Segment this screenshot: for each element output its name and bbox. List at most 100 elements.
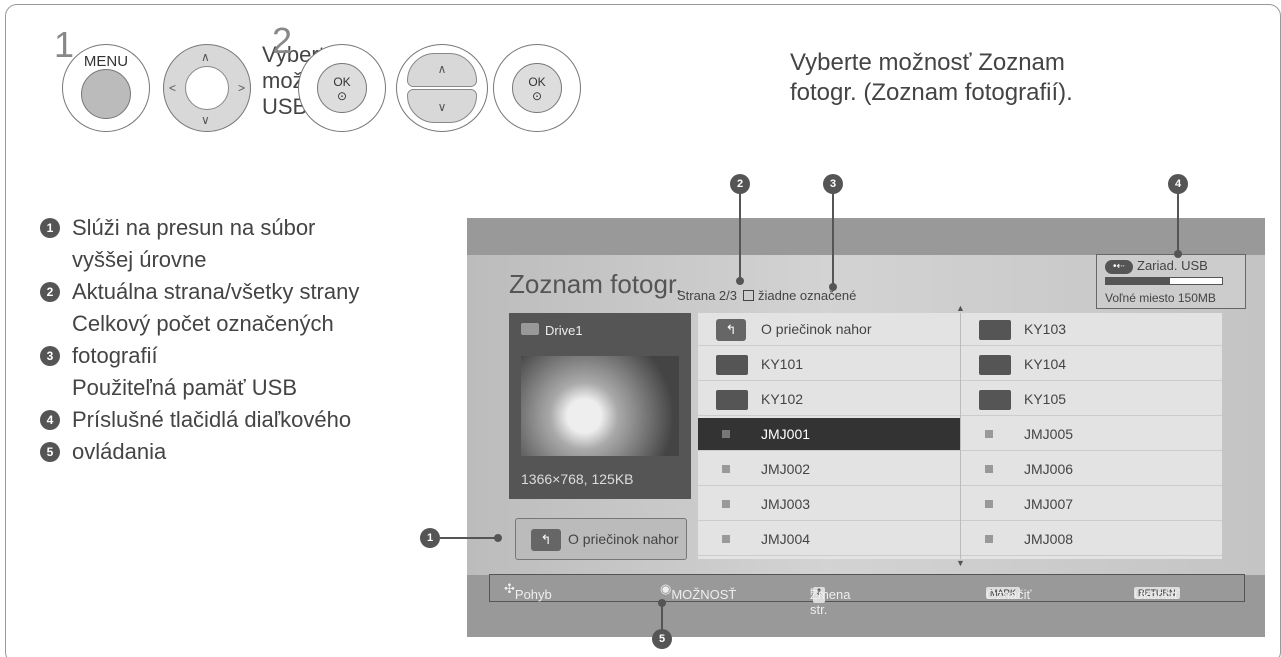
photo-preview: Drive1 1366×768, 125KB xyxy=(509,313,691,499)
ok-button-1-inner: OK ⊙ xyxy=(317,63,367,113)
photo-file-icon xyxy=(985,500,993,508)
exit-label: Ukončiť xyxy=(1134,587,1179,602)
legend-row: 4 Príslušné tlačidlá diaľkového xyxy=(40,404,460,436)
file-name: JMJ003 xyxy=(761,496,811,512)
go-up-button[interactable]: ↰ O priečinok nahor xyxy=(515,518,687,560)
file-name: KY102 xyxy=(761,391,804,407)
legend-text: Aktuálna strana/všetky strany xyxy=(72,279,360,304)
folder-up-icon: ↰ xyxy=(531,529,561,551)
menu-button-inner xyxy=(81,69,131,119)
file-grid-item[interactable]: JMJ001 xyxy=(698,418,960,451)
file-name: KY105 xyxy=(1024,391,1067,407)
menu-button: MENU xyxy=(62,44,150,132)
preview-image xyxy=(521,356,679,456)
file-name: JMJ002 xyxy=(761,461,811,477)
legend-row: 2 Aktuálna strana/všetky strany xyxy=(40,276,460,308)
nav-left-icon: < xyxy=(169,81,177,95)
legend-bullet: 2 xyxy=(40,282,60,302)
legend-row: 5 ovládania xyxy=(40,436,460,468)
marked-count: žiadne označené xyxy=(758,288,857,303)
option-hint: ◉ MOŽNOSŤ xyxy=(660,581,737,602)
device-name: Zariad. USB xyxy=(1137,258,1208,273)
file-grid: ↰ O priečinok nahor KY101 KY102 JMJ001 JMJ002… xyxy=(698,313,1222,559)
folder-icon xyxy=(979,320,1011,340)
file-grid-item[interactable]: JMJ008 xyxy=(961,523,1222,556)
file-grid-item[interactable]: KY103 xyxy=(961,313,1222,346)
file-name: JMJ004 xyxy=(761,531,811,547)
file-grid-item[interactable]: ↰ O priečinok nahor xyxy=(698,313,960,346)
scroll-up-icon[interactable]: ▲ xyxy=(956,303,965,313)
nav-down-icon: ∨ xyxy=(201,113,210,127)
ok-button-2: OK ⊙ xyxy=(493,44,581,132)
legend-row: Použiteľná pamäť USB xyxy=(40,372,460,404)
ok-button-2-inner: OK ⊙ xyxy=(512,63,562,113)
file-grid-item[interactable]: KY104 xyxy=(961,348,1222,381)
file-name: O priečinok nahor xyxy=(761,321,872,337)
file-name: KY101 xyxy=(761,356,804,372)
callout-1-dot xyxy=(494,534,502,542)
legend-bullet: 4 xyxy=(40,410,60,430)
photo-file-icon xyxy=(985,535,993,543)
file-name: JMJ006 xyxy=(1024,461,1074,477)
step-2-number: 2 xyxy=(272,20,293,61)
option-label: MOŽNOSŤ xyxy=(671,587,737,602)
photo-file-icon xyxy=(722,465,730,473)
folder-icon xyxy=(716,355,748,375)
callout-1-line xyxy=(440,537,496,539)
callout-4-dot xyxy=(1174,250,1182,258)
file-grid-item[interactable]: JMJ005 xyxy=(961,418,1222,451)
folder-icon xyxy=(979,390,1011,410)
drive-label: Drive1 xyxy=(521,323,583,338)
legend-text: ovládania xyxy=(72,439,167,464)
menu-button-label: MENU xyxy=(83,53,129,70)
legend-row: Celkový počet označených xyxy=(40,308,460,340)
callout-3-line xyxy=(832,194,834,286)
callout-4-line xyxy=(1177,194,1179,254)
photo-file-icon xyxy=(722,430,730,438)
legend-bullet: 3 xyxy=(40,346,60,366)
file-grid-item[interactable]: JMJ003 xyxy=(698,488,960,521)
callout-4: 4 xyxy=(1168,174,1188,194)
ok-label-1: OK xyxy=(333,75,351,89)
up-down-button: ∧ ∨ xyxy=(396,44,488,132)
file-grid-item[interactable]: KY101 xyxy=(698,348,960,381)
file-grid-item[interactable]: KY102 xyxy=(698,383,960,416)
legend-row: 1 Slúži na presun na súbor xyxy=(40,212,460,244)
callout-3-dot xyxy=(829,283,837,291)
drive-icon xyxy=(521,323,539,335)
scroll-down-icon[interactable]: ▼ xyxy=(956,558,965,568)
file-grid-item[interactable]: KY105 xyxy=(961,383,1222,416)
checkbox-icon xyxy=(743,290,754,301)
photo-file-icon xyxy=(722,535,730,543)
file-name: JMJ008 xyxy=(1024,531,1074,547)
drive-name: Drive1 xyxy=(545,323,583,338)
file-grid-item[interactable]: JMJ002 xyxy=(698,453,960,486)
move-hint: ✣ Pohyb xyxy=(504,581,552,602)
photo-file-icon xyxy=(985,430,993,438)
legend-text: Použiteľná pamäť USB xyxy=(72,375,298,400)
storage-bar xyxy=(1105,277,1223,285)
callout-5-dot xyxy=(658,599,666,607)
page-change-label: Zmena str. xyxy=(810,587,851,617)
callout-3: 3 xyxy=(823,174,843,194)
step-2-description: Vyberte možnosť Zoznam fotogr. (Zoznam f… xyxy=(790,48,1073,108)
callout-2: 2 xyxy=(730,174,750,194)
file-grid-item[interactable]: JMJ007 xyxy=(961,488,1222,521)
folder-up-icon: ↰ xyxy=(716,319,746,341)
file-grid-item[interactable]: JMJ006 xyxy=(961,453,1222,486)
usb-icon: •⇠ xyxy=(1105,260,1133,274)
device-info: •⇠ Zariad. USB Voľné miesto 150MB xyxy=(1096,254,1246,309)
ok-label-2: OK xyxy=(528,75,546,89)
photo-file-icon xyxy=(722,500,730,508)
photo-list-screen: Zoznam fotogr. Strana 2/3 žiadne označené… xyxy=(467,218,1265,637)
file-name: KY104 xyxy=(1024,356,1067,372)
storage-fill xyxy=(1106,278,1170,284)
down-arrow-icon: ∨ xyxy=(407,89,477,123)
file-grid-item[interactable]: JMJ004 xyxy=(698,523,960,556)
page-indicator: Strana 2/3 xyxy=(677,288,737,303)
ok-button-1: OK ⊙ xyxy=(298,44,386,132)
page-info: Strana 2/3 žiadne označené xyxy=(677,288,856,303)
nav-up-icon: ∧ xyxy=(201,50,210,64)
legend-text: vyššej úrovne xyxy=(72,247,207,272)
legend: 1 Slúži na presun na súbor vyššej úrovne … xyxy=(40,212,460,468)
